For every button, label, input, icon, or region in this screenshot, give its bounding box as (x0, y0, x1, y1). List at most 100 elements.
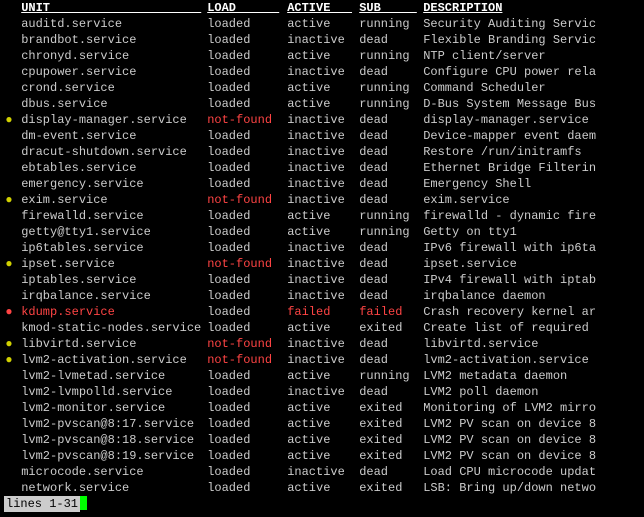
description-cell: Configure CPU power rela (423, 64, 644, 80)
load-cell: loaded (207, 384, 287, 400)
load-cell: loaded (207, 416, 287, 432)
bullet-icon (4, 64, 14, 80)
service-row: lvm2-pvscan@8:19.service loaded active e… (0, 448, 644, 464)
load-cell: not-found (207, 336, 287, 352)
header-row: UNIT LOAD ACTIVE SUB DESCRIPTION (0, 0, 644, 16)
service-row: ● libvirtd.service not-found inactive de… (0, 336, 644, 352)
active-cell: inactive (287, 192, 359, 208)
sub-cell: dead (359, 336, 423, 352)
sub-cell: running (359, 208, 423, 224)
bullet-icon: ● (4, 336, 14, 352)
description-cell: LVM2 PV scan on device 8 (423, 448, 644, 464)
service-row: firewalld.service loaded active running … (0, 208, 644, 224)
service-row: chronyd.service loaded active running NT… (0, 48, 644, 64)
service-row: microcode.service loaded inactive dead L… (0, 464, 644, 480)
service-row: emergency.service loaded inactive dead E… (0, 176, 644, 192)
description-cell: Security Auditing Servic (423, 16, 644, 32)
service-row: ● ipset.service not-found inactive dead … (0, 256, 644, 272)
description-cell: D-Bus System Message Bus (423, 96, 644, 112)
unit-cell: UNIT (21, 0, 207, 16)
description-cell: Monitoring of LVM2 mirro (423, 400, 644, 416)
description-cell: LVM2 poll daemon (423, 384, 644, 400)
service-row: getty@tty1.service loaded active running… (0, 224, 644, 240)
active-cell: inactive (287, 112, 359, 128)
description-cell: Device-mapper event daem (423, 128, 644, 144)
description-cell: Getty on tty1 (423, 224, 644, 240)
load-cell: not-found (207, 112, 287, 128)
unit-cell: emergency.service (21, 176, 207, 192)
bullet-icon (4, 48, 14, 64)
load-cell: loaded (207, 160, 287, 176)
unit-cell: crond.service (21, 80, 207, 96)
active-cell: inactive (287, 240, 359, 256)
bullet-icon (4, 400, 14, 416)
active-cell: ACTIVE (287, 0, 359, 16)
bullet-icon (4, 176, 14, 192)
description-cell: Emergency Shell (423, 176, 644, 192)
bullet-icon (4, 448, 14, 464)
sub-cell: exited (359, 416, 423, 432)
description-cell: Flexible Branding Servic (423, 32, 644, 48)
description-cell: Command Scheduler (423, 80, 644, 96)
sub-cell: dead (359, 240, 423, 256)
description-cell: NTP client/server (423, 48, 644, 64)
unit-cell: ip6tables.service (21, 240, 207, 256)
service-row: dbus.service loaded active running D-Bus… (0, 96, 644, 112)
load-cell: loaded (207, 464, 287, 480)
bullet-icon (4, 160, 14, 176)
bullet-icon (4, 80, 14, 96)
bullet-icon (4, 16, 14, 32)
unit-cell: lvm2-pvscan@8:19.service (21, 448, 207, 464)
pager-status-row[interactable]: lines 1-31 (0, 496, 644, 512)
load-cell: loaded (207, 80, 287, 96)
sub-cell: running (359, 16, 423, 32)
load-cell: not-found (207, 256, 287, 272)
description-cell: firewalld - dynamic fire (423, 208, 644, 224)
sub-cell: dead (359, 144, 423, 160)
bullet-icon (4, 208, 14, 224)
sub-cell: failed (359, 304, 423, 320)
unit-cell: lvm2-pvscan@8:18.service (21, 432, 207, 448)
load-cell: loaded (207, 32, 287, 48)
bullet-icon (4, 96, 14, 112)
active-cell: active (287, 96, 359, 112)
sub-cell: running (359, 80, 423, 96)
bullet-icon (4, 288, 14, 304)
active-cell: inactive (287, 64, 359, 80)
sub-cell: dead (359, 160, 423, 176)
service-row: ip6tables.service loaded inactive dead I… (0, 240, 644, 256)
description-cell: Create list of required (423, 320, 644, 336)
unit-cell: brandbot.service (21, 32, 207, 48)
sub-cell: dead (359, 112, 423, 128)
sub-cell: dead (359, 32, 423, 48)
description-cell: DESCRIPTION (423, 0, 644, 16)
service-row: dm-event.service loaded inactive dead De… (0, 128, 644, 144)
active-cell: inactive (287, 144, 359, 160)
sub-cell: running (359, 224, 423, 240)
bullet-icon (4, 272, 14, 288)
unit-cell: cpupower.service (21, 64, 207, 80)
active-cell: inactive (287, 256, 359, 272)
load-cell: loaded (207, 448, 287, 464)
description-cell: irqbalance daemon (423, 288, 644, 304)
bullet-icon (4, 432, 14, 448)
load-cell: loaded (207, 144, 287, 160)
load-cell: loaded (207, 224, 287, 240)
active-cell: inactive (287, 160, 359, 176)
description-cell: ipset.service (423, 256, 644, 272)
unit-cell: irqbalance.service (21, 288, 207, 304)
service-row: lvm2-lvmpolld.service loaded inactive de… (0, 384, 644, 400)
sub-cell: exited (359, 480, 423, 496)
active-cell: failed (287, 304, 359, 320)
bullet-icon (4, 480, 14, 496)
description-cell: LSB: Bring up/down netwo (423, 480, 644, 496)
unit-cell: lvm2-pvscan@8:17.service (21, 416, 207, 432)
sub-cell: dead (359, 464, 423, 480)
service-row: ● display-manager.service not-found inac… (0, 112, 644, 128)
bullet-icon (4, 224, 14, 240)
active-cell: inactive (287, 32, 359, 48)
terminal-output: UNIT LOAD ACTIVE SUB DESCRIPTION auditd.… (0, 0, 644, 512)
service-row: lvm2-pvscan@8:18.service loaded active e… (0, 432, 644, 448)
bullet-icon (4, 32, 14, 48)
load-cell: loaded (207, 240, 287, 256)
